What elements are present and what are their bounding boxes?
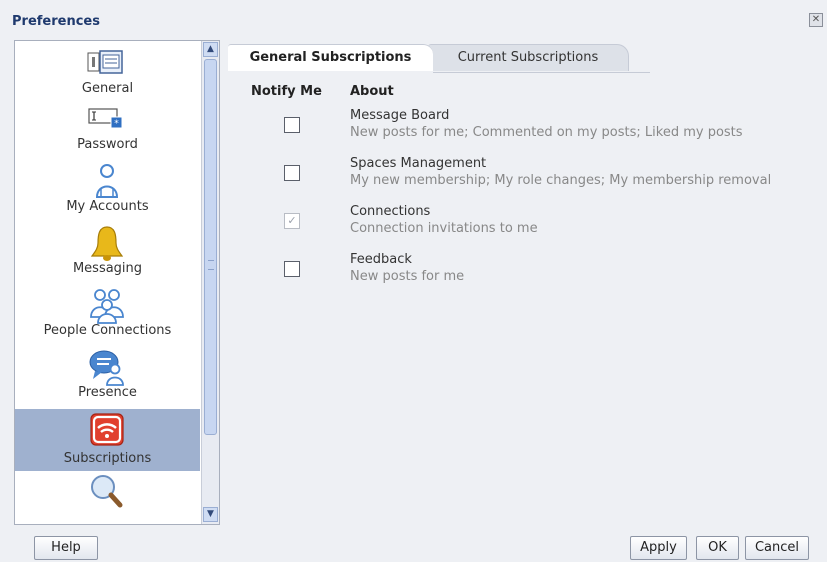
tab-bar: Current Subscriptions General Subscripti… — [228, 40, 818, 73]
subscription-description: New posts for me — [350, 269, 465, 284]
subscription-description: Connection invitations to me — [350, 221, 538, 236]
title-bar: Preferences ✕ — [8, 10, 823, 32]
scroll-thumb[interactable] — [204, 59, 217, 435]
nav-label-password: Password — [77, 137, 138, 152]
close-icon[interactable]: ✕ — [809, 13, 823, 27]
subscription-name: Connections — [350, 204, 431, 219]
search-icon — [87, 473, 127, 511]
notify-checkbox[interactable]: ✓ — [284, 213, 300, 229]
nav-item-search[interactable] — [15, 471, 200, 524]
password-icon: * — [87, 101, 127, 139]
tab-general-subscriptions[interactable]: General Subscriptions — [228, 44, 433, 71]
subscription-row: ✓ Connections Connection invitations to … — [228, 204, 818, 252]
subscription-row: Spaces Management My new membership; My … — [228, 156, 818, 204]
nav-item-subscriptions[interactable]: Subscriptions — [15, 409, 200, 471]
nav-item-my-accounts[interactable]: My Accounts — [15, 161, 200, 223]
tab-current-subscriptions[interactable]: Current Subscriptions — [428, 44, 629, 71]
subscription-row: Feedback New posts for me — [228, 252, 818, 300]
nav-label-subscriptions: Subscriptions — [63, 451, 152, 466]
column-header-about: About — [350, 84, 394, 99]
nav-scrollbar[interactable]: ▲ ▼ — [201, 41, 219, 524]
preferences-dialog: Preferences ✕ General * Password My Acco… — [0, 0, 827, 562]
thumb-grip — [208, 260, 214, 270]
subscriptions-pane: Current Subscriptions General Subscripti… — [228, 40, 818, 523]
nav-label-people-connections: People Connections — [43, 323, 172, 338]
nav-label-general: General — [81, 81, 134, 96]
column-header-notify: Notify Me — [251, 84, 322, 99]
nav-item-password[interactable]: * Password — [15, 99, 200, 161]
subscription-name: Feedback — [350, 252, 412, 267]
nav-list: General * Password My Accounts Messaging… — [15, 41, 200, 524]
ok-button[interactable]: OK — [696, 536, 739, 560]
people-icon — [87, 287, 127, 325]
svg-text:*: * — [114, 119, 119, 129]
notify-checkbox[interactable] — [284, 117, 300, 133]
person-icon — [87, 163, 127, 201]
bell-icon — [87, 225, 127, 263]
preferences-nav: General * Password My Accounts Messaging… — [14, 40, 220, 525]
subscriptions-icon — [87, 413, 127, 451]
subscription-name: Message Board — [350, 108, 450, 123]
subscription-description: New posts for me; Commented on my posts;… — [350, 125, 743, 140]
scroll-up-icon[interactable]: ▲ — [203, 42, 218, 57]
notify-checkbox[interactable] — [284, 261, 300, 277]
tab-divider — [433, 72, 650, 73]
nav-item-presence[interactable]: Presence — [15, 347, 200, 409]
nav-item-people-connections[interactable]: People Connections — [15, 285, 200, 347]
nav-item-messaging[interactable]: Messaging — [15, 223, 200, 285]
nav-item-general[interactable]: General — [15, 41, 200, 99]
apply-button[interactable]: Apply — [630, 536, 687, 560]
dialog-title: Preferences — [12, 14, 100, 29]
nav-label-messaging: Messaging — [72, 261, 143, 276]
nav-label-my-accounts: My Accounts — [66, 199, 149, 214]
cancel-button[interactable]: Cancel — [745, 536, 809, 560]
subscription-row: Message Board New posts for me; Commente… — [228, 108, 818, 156]
presence-icon — [87, 349, 127, 387]
notify-checkbox[interactable] — [284, 165, 300, 181]
scroll-down-icon[interactable]: ▼ — [203, 507, 218, 522]
subscription-description: My new membership; My role changes; My m… — [350, 173, 772, 188]
nav-label-presence: Presence — [78, 385, 137, 400]
subscription-name: Spaces Management — [350, 156, 487, 171]
general-settings-icon — [87, 47, 127, 85]
help-button[interactable]: Help — [34, 536, 98, 560]
